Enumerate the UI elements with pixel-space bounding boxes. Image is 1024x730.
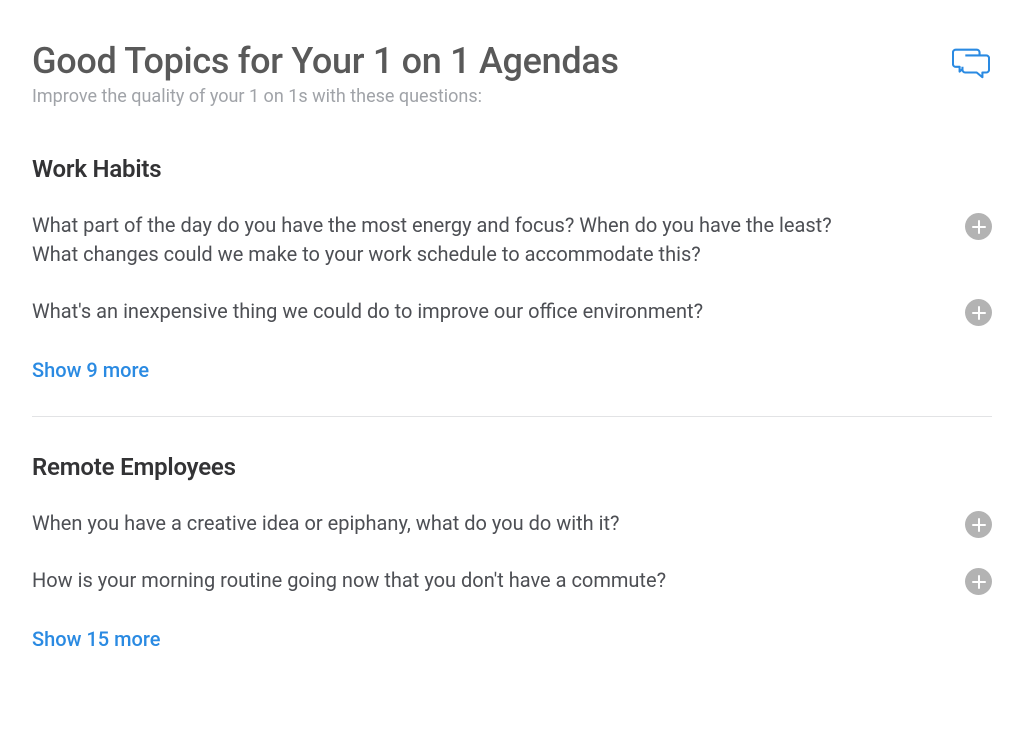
question-row: How is your morning routine going now th… [32,566,992,595]
plus-icon [972,575,986,589]
section-work-habits: Work Habits What part of the day do you … [32,155,992,382]
section-title: Work Habits [32,155,992,183]
chat-button[interactable] [952,40,992,80]
question-row: What's an inexpensive thing we could do … [32,297,992,326]
question-text: What part of the day do you have the mos… [32,211,852,269]
question-text: When you have a creative idea or epiphan… [32,509,852,538]
plus-icon [972,518,986,532]
chat-icon [952,46,990,80]
question-row: What part of the day do you have the mos… [32,211,992,269]
page-subtitle: Improve the quality of your 1 on 1s with… [32,86,992,107]
question-text: What's an inexpensive thing we could do … [32,297,852,326]
page-title: Good Topics for Your 1 on 1 Agendas [32,40,619,82]
section-title: Remote Employees [32,453,992,481]
section-remote-employees: Remote Employees When you have a creativ… [32,453,992,651]
add-question-button[interactable] [965,213,992,240]
question-text: How is your morning routine going now th… [32,566,852,595]
page-header: Good Topics for Your 1 on 1 Agendas [32,40,992,82]
add-question-button[interactable] [965,568,992,595]
plus-icon [972,306,986,320]
show-more-link[interactable]: Show 15 more [32,627,160,651]
plus-icon [972,220,986,234]
section-divider [32,416,992,417]
add-question-button[interactable] [965,299,992,326]
show-more-link[interactable]: Show 9 more [32,358,149,382]
question-row: When you have a creative idea or epiphan… [32,509,992,538]
add-question-button[interactable] [965,511,992,538]
